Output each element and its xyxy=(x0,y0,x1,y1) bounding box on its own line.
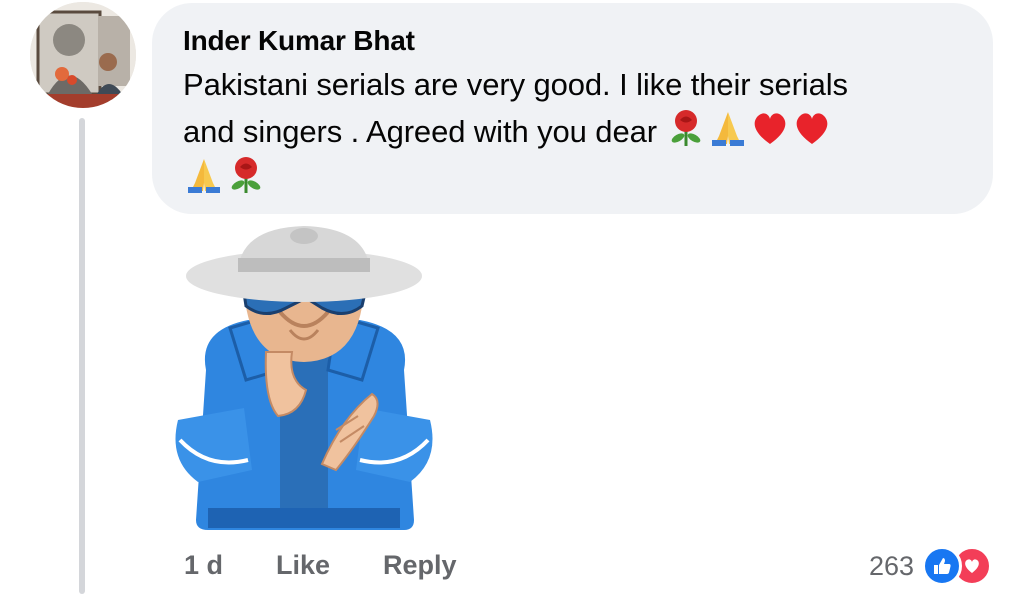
reply-button[interactable]: Reply xyxy=(383,550,457,581)
rose-icon xyxy=(226,155,266,195)
reaction-count: 263 xyxy=(868,550,914,581)
comment-bubble: Inder Kumar Bhat Pakistani serials are v… xyxy=(152,3,993,214)
rose-icon xyxy=(666,108,706,148)
comment-line-2: and singers . Agreed with you dear xyxy=(183,108,963,155)
comment-author[interactable]: Inder Kumar Bhat xyxy=(183,23,963,59)
thread-line xyxy=(79,118,85,594)
clapping-man-sticker[interactable] xyxy=(168,220,440,540)
avatar-photo xyxy=(30,2,136,108)
comment-line-3 xyxy=(183,155,963,202)
heart-icon xyxy=(792,108,832,148)
folded-hands-icon xyxy=(708,108,748,148)
comment-line-1: Pakistani serials are very good. I like … xyxy=(183,67,848,102)
avatar[interactable] xyxy=(30,2,136,108)
comment-text: Pakistani serials are very good. I like … xyxy=(183,62,963,202)
folded-hands-icon xyxy=(184,155,224,195)
like-icon xyxy=(922,546,962,586)
comment-actions: 1 d Like Reply xyxy=(184,550,510,581)
comment-line-2-text: and singers . Agreed with you dear xyxy=(183,114,657,149)
heart-icon xyxy=(750,108,790,148)
like-button[interactable]: Like xyxy=(276,550,330,581)
reaction-summary[interactable]: 263 xyxy=(869,546,992,586)
comment-timestamp[interactable]: 1 d xyxy=(184,550,223,581)
